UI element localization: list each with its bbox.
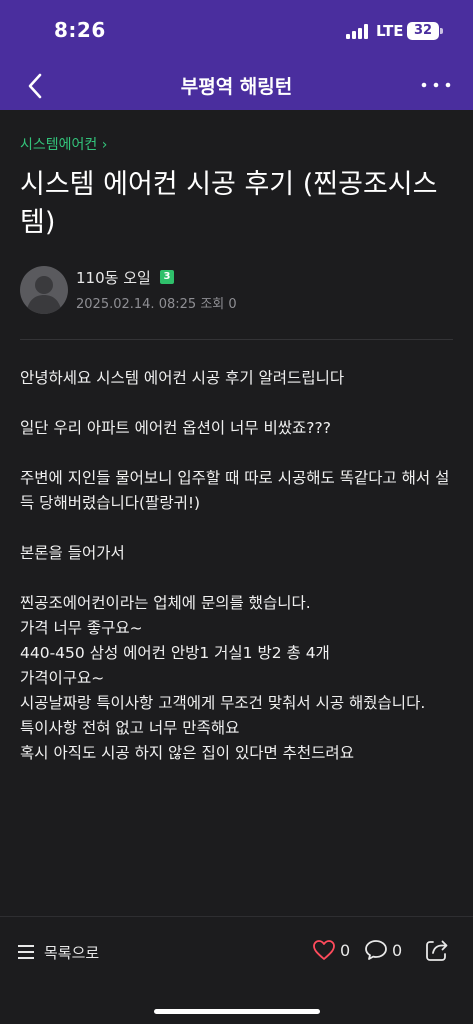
battery-nub <box>440 28 443 34</box>
body-line: 가격 너무 좋구요~ <box>20 619 143 637</box>
comment-icon <box>365 940 387 960</box>
body-line: 본론을 들어가서 <box>20 544 125 562</box>
nav-bar: 부평역 해링턴 <box>0 62 473 110</box>
divider <box>20 339 453 340</box>
body-line: 특이사항 전혀 없고 너무 만족해요 <box>20 719 240 737</box>
post-meta: 2025.02.14. 08:25 조회 0 <box>76 293 237 312</box>
body-line: 주변에 지인들 물어보니 입주할 때 따로 시공해도 똑같다고 해서 설득 당해… <box>20 469 450 512</box>
post-date: 2025.02.14. 08:25 <box>76 297 197 312</box>
menu-icon <box>18 945 34 959</box>
status-bar: 8:26 LTE 32 <box>0 0 473 62</box>
comment-button[interactable]: 0 <box>364 939 402 961</box>
like-count: 0 <box>340 940 351 960</box>
status-time: 8:26 <box>54 18 106 42</box>
comment-count: 0 <box>392 940 403 960</box>
body-line: 가격이구요~ <box>20 669 105 687</box>
avatar[interactable] <box>20 266 68 314</box>
body-line: 찐공조에어컨이라는 업체에 문의를 했습니다. <box>20 594 311 612</box>
post-body: 안녕하세요 시스템 에어컨 시공 후기 알려드립니다일단 우리 아파트 에어컨 … <box>20 366 460 766</box>
list-button[interactable]: 목록으로 <box>18 941 99 963</box>
post-title: 시스템 에어컨 시공 후기 (찐공조시스템) <box>20 169 438 238</box>
bottom-bar: 목록으로 0 0 <box>0 916 473 1024</box>
share-icon <box>426 940 448 961</box>
author-name[interactable]: 110동 오일 <box>76 267 151 288</box>
ellipsis-icon <box>421 82 451 88</box>
heart-icon <box>313 940 335 960</box>
default-avatar-icon <box>26 276 62 314</box>
network-label: LTE <box>376 22 404 40</box>
like-button[interactable]: 0 <box>312 939 350 961</box>
share-button[interactable] <box>424 937 450 963</box>
home-indicator <box>154 1009 320 1014</box>
body-line: 440-450 삼성 에어컨 안방1 거실1 방2 총 4개 <box>20 644 330 662</box>
author-level-badge: 3 <box>160 270 174 284</box>
view-count: 조회 0 <box>200 297 237 312</box>
body-line: 시공날짜랑 특이사항 고객에게 무조건 맞춰서 시공 해줬습니다. <box>20 694 426 712</box>
app-header: 8:26 LTE 32 부평역 해링턴 <box>0 0 473 110</box>
body-line: 혹시 아직도 시공 하지 않은 집이 있다면 추천드려요 <box>20 744 354 762</box>
signal-icon <box>346 24 370 39</box>
body-line: 일단 우리 아파트 에어컨 옵션이 너무 비쌌죠??? <box>20 419 331 437</box>
page-title: 부평역 해링턴 <box>180 76 293 98</box>
category-link[interactable]: 시스템에어컨 › <box>20 134 107 154</box>
list-button-label: 목록으로 <box>44 943 100 962</box>
battery-icon: 32 <box>407 22 439 40</box>
more-button[interactable] <box>416 70 456 100</box>
body-line: 안녕하세요 시스템 에어컨 시공 후기 알려드립니다 <box>20 369 345 387</box>
